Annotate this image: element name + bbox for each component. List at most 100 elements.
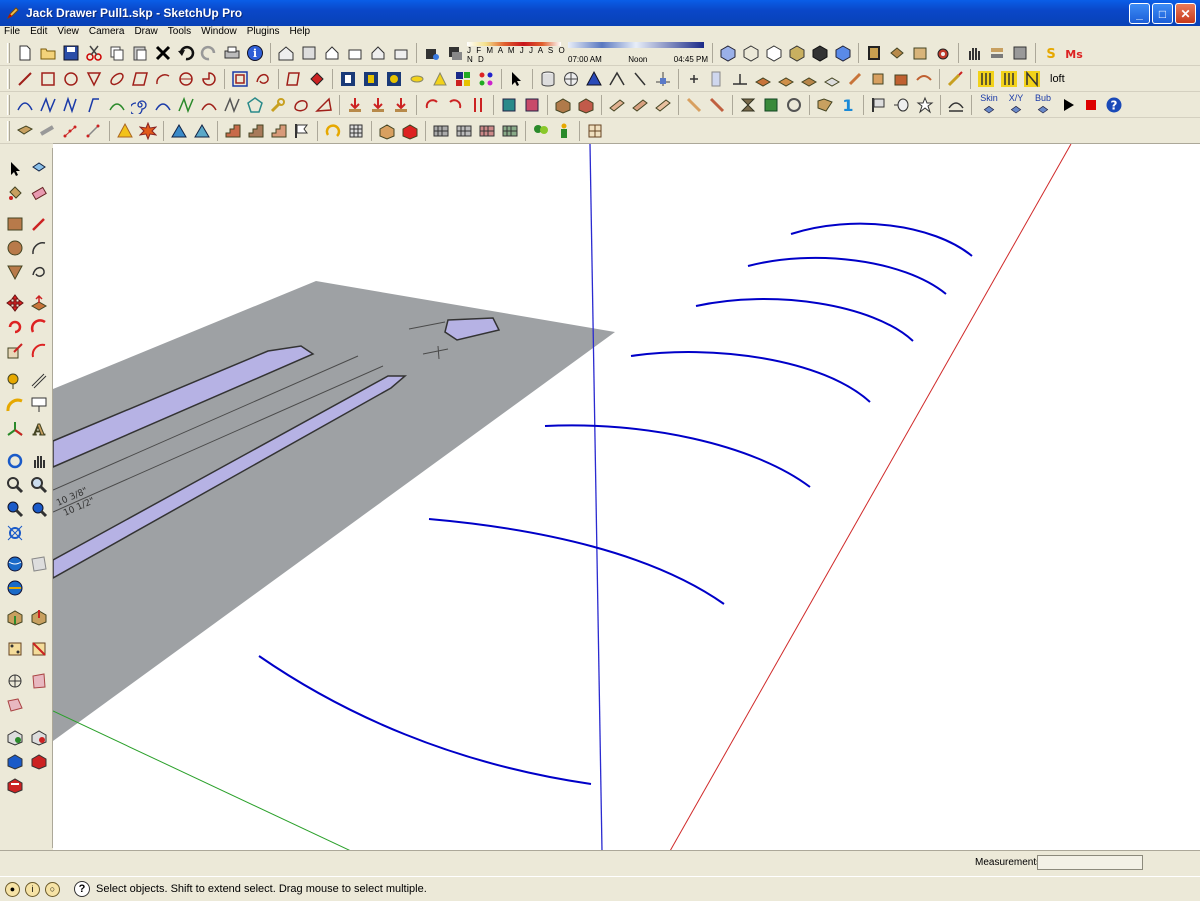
circle-tool-button[interactable] bbox=[60, 68, 82, 90]
solid-1-button[interactable] bbox=[376, 120, 398, 142]
erase-button[interactable] bbox=[152, 42, 174, 64]
shaded-button[interactable] bbox=[786, 42, 808, 64]
menu-camera[interactable]: Camera bbox=[89, 26, 125, 38]
menu-window[interactable]: Window bbox=[201, 26, 237, 38]
extrude-1-button[interactable] bbox=[752, 68, 774, 90]
arc-tool-button[interactable] bbox=[152, 68, 174, 90]
zoom-button[interactable] bbox=[4, 474, 26, 496]
terrain-1-button[interactable] bbox=[168, 120, 190, 142]
paint-bucket-button[interactable] bbox=[4, 182, 26, 204]
arc-curve[interactable] bbox=[428, 518, 725, 605]
shadow-toggle-button[interactable] bbox=[444, 42, 466, 64]
toolbar-grip[interactable] bbox=[7, 120, 10, 141]
wrench-button[interactable] bbox=[267, 94, 289, 116]
star-button[interactable] bbox=[914, 94, 936, 116]
stop-button[interactable] bbox=[1080, 94, 1102, 116]
extrude-5-button[interactable] bbox=[844, 68, 866, 90]
move-tool-button[interactable] bbox=[4, 292, 26, 314]
wall-button[interactable] bbox=[706, 68, 728, 90]
save-button[interactable] bbox=[60, 42, 82, 64]
dimension-button[interactable] bbox=[28, 370, 50, 392]
extrude-3-button[interactable] bbox=[798, 68, 820, 90]
xy-button[interactable]: X/Y bbox=[1003, 94, 1029, 116]
right-view-button[interactable] bbox=[344, 42, 366, 64]
shadow-date-slider[interactable]: J F M A M J J A S O N D bbox=[467, 41, 567, 64]
hidden-line-button[interactable] bbox=[763, 42, 785, 64]
user-icon[interactable]: ○ bbox=[45, 881, 60, 897]
color-dots-button[interactable] bbox=[475, 68, 497, 90]
geo-location-icon[interactable]: ● bbox=[5, 881, 20, 897]
blob-button[interactable] bbox=[290, 94, 312, 116]
top-view-button[interactable] bbox=[298, 42, 320, 64]
toolbar-grip[interactable] bbox=[7, 94, 10, 115]
folder-tool-button[interactable] bbox=[814, 94, 836, 116]
bub-button[interactable]: Bub bbox=[1030, 94, 1056, 116]
curve-5-button[interactable] bbox=[221, 94, 243, 116]
menu-file[interactable]: File bbox=[4, 26, 20, 38]
leaf-button[interactable] bbox=[313, 94, 335, 116]
spiral-button[interactable] bbox=[129, 94, 151, 116]
arc-curve[interactable] bbox=[630, 351, 871, 403]
sphere-tool-button[interactable] bbox=[175, 68, 197, 90]
refresh-button[interactable] bbox=[783, 94, 805, 116]
dynamic-1-button[interactable] bbox=[4, 726, 26, 748]
loft-2-button[interactable] bbox=[998, 68, 1020, 90]
section-plane-button[interactable] bbox=[4, 638, 26, 660]
stairs-2-button[interactable] bbox=[245, 120, 267, 142]
circle-tool-left[interactable] bbox=[4, 237, 26, 259]
previous-view-button[interactable] bbox=[28, 498, 50, 520]
terrain-2-button[interactable] bbox=[191, 120, 213, 142]
position-camera-button[interactable] bbox=[4, 522, 26, 544]
xray-button[interactable] bbox=[717, 42, 739, 64]
photo-match-button[interactable] bbox=[28, 553, 50, 575]
points-button[interactable] bbox=[60, 120, 82, 142]
grid-cube-button[interactable] bbox=[345, 120, 367, 142]
arc-curve-button[interactable] bbox=[106, 94, 128, 116]
plugin-s-button[interactable]: S bbox=[1040, 42, 1062, 64]
modeling-viewport[interactable]: 10 3/8" 10 1/2" bbox=[53, 143, 1200, 850]
dynamic-4-button[interactable] bbox=[28, 750, 50, 772]
stairs-3-button[interactable] bbox=[268, 120, 290, 142]
line-tool-button[interactable] bbox=[14, 68, 36, 90]
film-2-button[interactable] bbox=[360, 68, 382, 90]
geodesic-button[interactable] bbox=[560, 68, 582, 90]
select-plus-button[interactable] bbox=[506, 68, 528, 90]
solid-2-button[interactable] bbox=[399, 120, 421, 142]
rotate-2-button[interactable] bbox=[444, 94, 466, 116]
film-3-button[interactable] bbox=[383, 68, 405, 90]
tape-measure-button[interactable] bbox=[4, 370, 26, 392]
iso-view-button[interactable] bbox=[275, 42, 297, 64]
back-view-button[interactable] bbox=[367, 42, 389, 64]
arc-tool-left[interactable] bbox=[28, 237, 50, 259]
hand-tool-button[interactable] bbox=[963, 42, 985, 64]
stairs-1-button[interactable] bbox=[222, 120, 244, 142]
menu-view[interactable]: View bbox=[57, 26, 79, 38]
colorize-button[interactable] bbox=[452, 68, 474, 90]
line-tool-left[interactable] bbox=[28, 213, 50, 235]
dowel-1-button[interactable] bbox=[683, 94, 705, 116]
help-plugin-button[interactable]: ? bbox=[1103, 94, 1125, 116]
menu-tools[interactable]: Tools bbox=[168, 26, 191, 38]
select-tool-button[interactable] bbox=[4, 158, 26, 180]
shadow-settings-button[interactable] bbox=[421, 42, 443, 64]
balloon-button[interactable] bbox=[891, 94, 913, 116]
flag-button[interactable] bbox=[868, 94, 890, 116]
zoom-extents-button[interactable] bbox=[4, 498, 26, 520]
eraser-button[interactable] bbox=[28, 182, 50, 204]
text-tool-button[interactable] bbox=[28, 394, 50, 416]
plank-3-button[interactable] bbox=[652, 94, 674, 116]
arc-curve[interactable] bbox=[790, 222, 973, 257]
axes-button[interactable] bbox=[652, 68, 674, 90]
curve-2-button[interactable] bbox=[152, 94, 174, 116]
rectangle-tool-button[interactable] bbox=[37, 68, 59, 90]
endpoints-button[interactable] bbox=[83, 120, 105, 142]
play-button[interactable] bbox=[1057, 94, 1079, 116]
extrude-7-button[interactable] bbox=[890, 68, 912, 90]
level-button[interactable] bbox=[729, 68, 751, 90]
copy-along-1-button[interactable] bbox=[498, 94, 520, 116]
undo-button[interactable] bbox=[175, 42, 197, 64]
warning-button[interactable] bbox=[114, 120, 136, 142]
orbit-button[interactable] bbox=[4, 450, 26, 472]
box-2-button[interactable] bbox=[575, 94, 597, 116]
twist-button[interactable] bbox=[737, 94, 759, 116]
